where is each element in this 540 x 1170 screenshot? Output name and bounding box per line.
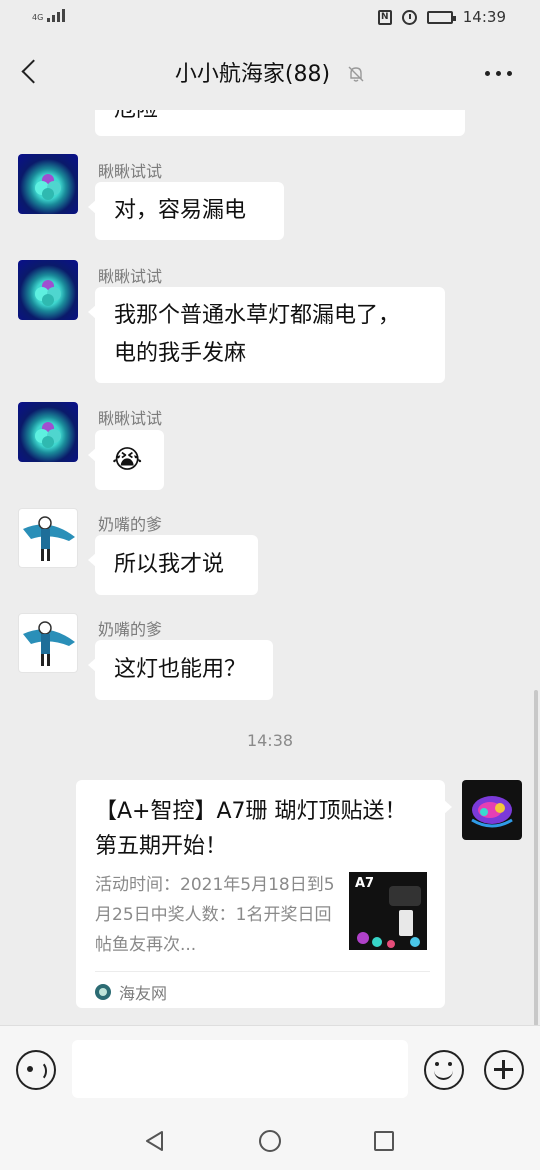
nfc-icon: N	[377, 9, 392, 25]
emoji-icon[interactable]	[424, 1050, 464, 1090]
system-nav-bar	[0, 1113, 540, 1170]
avatar[interactable]	[18, 154, 78, 214]
message-text-line: 电的我手发麻	[114, 341, 247, 366]
message-bubble[interactable]: 所以我才说	[88, 535, 258, 595]
message-bubble[interactable]: 😭	[88, 430, 164, 490]
message-text: 这灯也能用？	[114, 657, 247, 682]
message-bubble[interactable]: 这灯也能用？	[88, 640, 273, 700]
voice-icon[interactable]	[16, 1050, 56, 1090]
message-timestamp: 14:38	[246, 731, 294, 750]
mute-bell-icon	[348, 66, 364, 82]
chat-area[interactable]: 危险 瞅瞅试试 对，容易漏电 瞅瞅试试 我那个普通水草灯都漏电了， 电的我手发麻…	[0, 110, 540, 1025]
message-input[interactable]	[72, 1040, 408, 1098]
chat-header: 小小航海家(88)	[0, 36, 540, 110]
sender-name: 奶嘴的爹	[98, 515, 163, 534]
message-bubble-partial[interactable]: 危险	[95, 110, 465, 136]
chat-title[interactable]: 小小航海家(88)	[175, 62, 330, 87]
sender-name: 瞅瞅试试	[98, 162, 163, 181]
status-bar: 4G N 14:39	[0, 0, 540, 36]
card-divider	[95, 971, 430, 972]
avatar[interactable]	[18, 508, 78, 568]
message-bubble[interactable]: 对，容易漏电	[88, 182, 284, 240]
message-text: 所以我才说	[114, 552, 225, 577]
link-card-thumbnail: A7	[349, 872, 427, 950]
network-type: 4G	[32, 13, 44, 22]
link-card-description: 活动时间：2021年5月18日到5月25日中奖人数：1名开奖日回帖鱼友再次...	[95, 875, 335, 955]
nav-home-icon[interactable]	[259, 1130, 281, 1152]
more-dots-icon[interactable]	[485, 71, 512, 76]
avatar[interactable]	[18, 613, 78, 673]
source-logo-icon	[95, 984, 111, 1000]
source-name: 海友网	[119, 984, 168, 1003]
link-card-title: 【A+智控】A7珊 瑚灯顶贴送！第五期开始！	[95, 799, 407, 859]
my-avatar[interactable]	[462, 780, 522, 840]
signal-icon: 4G	[32, 9, 66, 22]
input-bar	[0, 1025, 540, 1113]
message-text: 对，容易漏电	[114, 198, 247, 223]
crying-emoji-icon: 😭	[112, 445, 143, 475]
battery-icon	[426, 10, 456, 24]
message-text-line: 我那个普通水草灯都漏电了，	[114, 303, 401, 328]
link-card[interactable]: 【A+智控】A7珊 瑚灯顶贴送！第五期开始！ 活动时间：2021年5月18日到5…	[76, 780, 452, 1008]
status-time: 14:39	[462, 8, 506, 26]
link-card-source: 海友网	[95, 980, 167, 1004]
alarm-icon	[401, 9, 417, 25]
nav-back-icon[interactable]	[144, 1130, 166, 1152]
avatar[interactable]	[18, 260, 78, 320]
message-text: 危险	[114, 110, 158, 129]
message-bubble[interactable]: 我那个普通水草灯都漏电了， 电的我手发麻	[88, 287, 445, 383]
sender-name: 瞅瞅试试	[98, 409, 163, 428]
nav-recent-icon[interactable]	[374, 1131, 394, 1151]
sender-name: 瞅瞅试试	[98, 267, 163, 286]
sender-name: 奶嘴的爹	[98, 620, 163, 639]
avatar[interactable]	[18, 402, 78, 462]
plus-icon[interactable]	[484, 1050, 524, 1090]
